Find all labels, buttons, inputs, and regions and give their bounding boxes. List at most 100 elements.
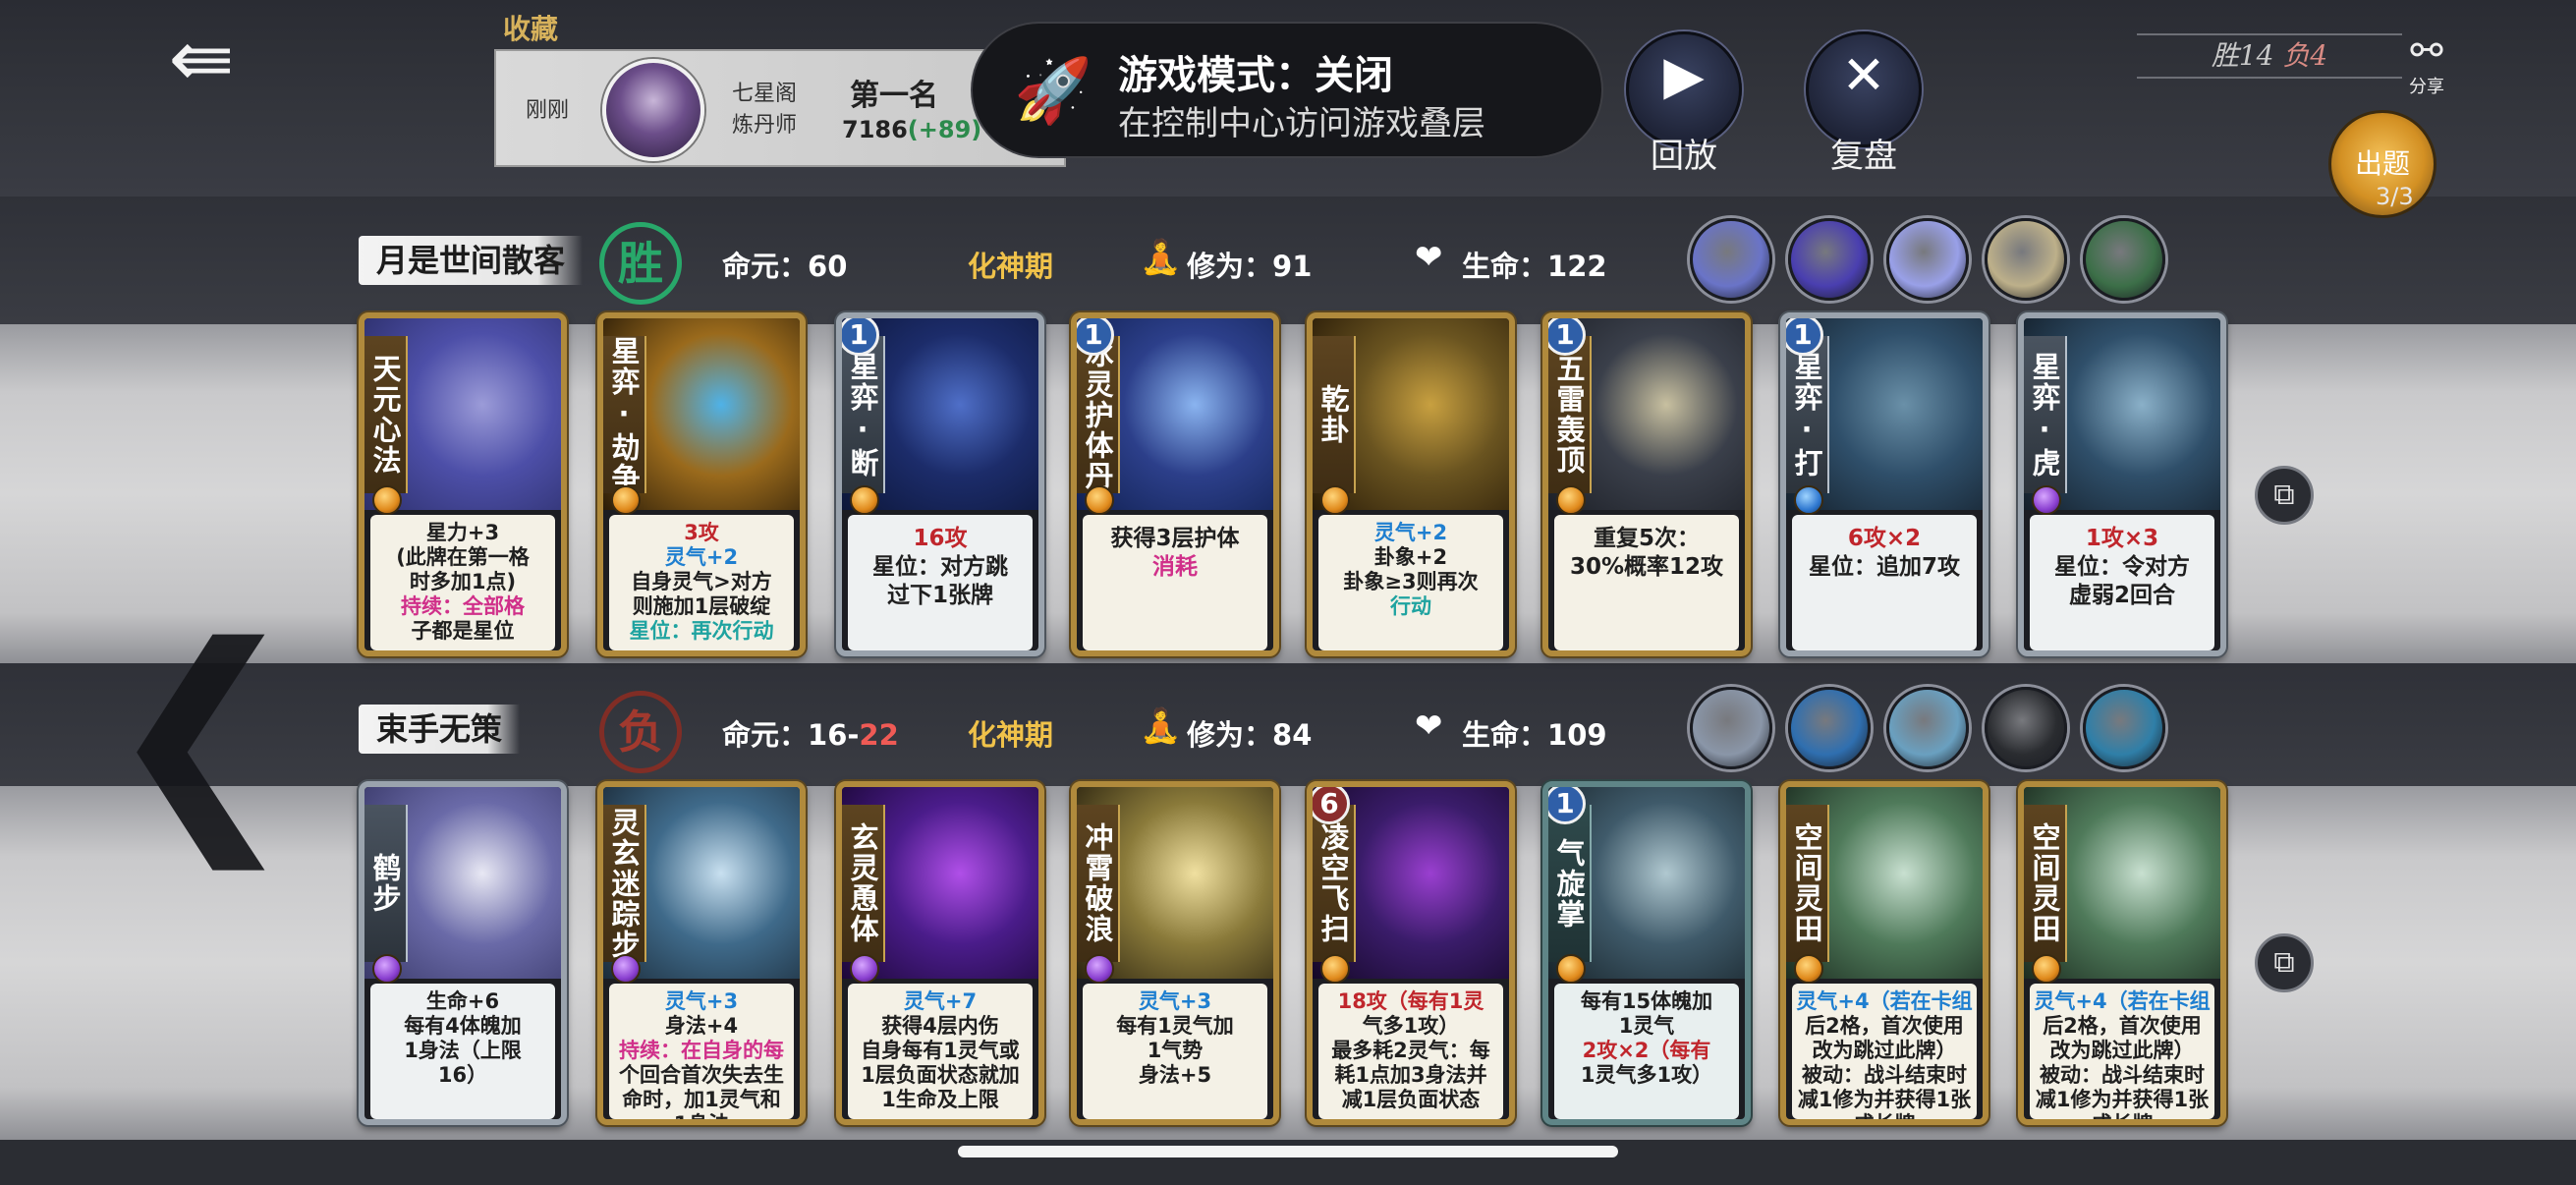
card-name: 灵玄迷踪步 <box>603 805 646 962</box>
card-text-line: 则施加1层破绽 <box>632 594 771 618</box>
card-text-line: 2攻×2（每有 <box>1582 1039 1711 1062</box>
card-description: 灵气+4（若在卡组 后2格，首次使用 改为跳过此牌） 被动：战斗结束时 减1修为并获得1… <box>2030 984 2214 1119</box>
card[interactable]: 星弈·断 1 16攻 星位：对方跳 过下1张牌 <box>836 312 1044 656</box>
card-text-line: 子都是星位 <box>411 619 515 643</box>
card-text-line: 3攻 <box>684 521 719 544</box>
life-label: 命元： <box>722 718 809 752</box>
card[interactable]: 空间灵田 灵气+4（若在卡组 后2格，首次使用 改为跳过此牌） 被动：战斗结束时 减1修… <box>1780 781 1988 1125</box>
card[interactable]: 凌空飞扫 6 18攻（每有1灵 气多1攻） 最多耗2灵气：每 耗1点加3身法并 减1层负… <box>1307 781 1515 1125</box>
share-icon: ⚯ <box>2410 28 2443 74</box>
card-gem-icon <box>1085 485 1114 515</box>
card-text-line: 最多耗2灵气：每 <box>1331 1039 1490 1062</box>
card[interactable]: 鹤步 生命+6 每有4体魄加 1身法（上限 16） <box>359 781 567 1125</box>
card-text-line: 星位：对方跳 <box>872 554 1008 580</box>
game-mode-banner[interactable]: 🚀 游戏模式：关闭 在控制中心访问游戏叠层 <box>973 24 1601 156</box>
card-text-line: 6攻×2 <box>1847 526 1922 551</box>
replay-label: 回放 <box>1651 137 1717 176</box>
card-gem-icon <box>2032 954 2061 984</box>
win-count: 胜14 <box>2211 39 2274 72</box>
card[interactable]: 天元心法 星力+3 (此牌在第一格 时多加1点) 持续：全部格 子都是星位 <box>359 312 567 656</box>
cultivation-value: 84 <box>1272 718 1313 752</box>
card-gem-icon <box>372 954 402 984</box>
card-text-line: 16攻 <box>913 526 968 551</box>
hp-stat: 生命：109 <box>1415 712 1607 754</box>
card-text-line: 被动：战斗结束时 <box>2040 1063 2205 1087</box>
card[interactable]: 空间灵田 灵气+4（若在卡组 后2格，首次使用 改为跳过此牌） 被动：战斗结束时 减1修… <box>2018 781 2226 1125</box>
scroll-charm-icon[interactable] <box>1690 218 1772 301</box>
elder-charm-icon[interactable] <box>1690 687 1772 769</box>
card-description: 灵气+4（若在卡组 后2格，首次使用 改为跳过此牌） 被动：战斗结束时 减1修为并获得1… <box>1792 984 1977 1119</box>
share-button[interactable]: ⚯ 分享 <box>2397 29 2456 108</box>
card[interactable]: 冲霄破浪 灵气+3 每有1灵气加 1气势 身法+5 <box>1071 781 1279 1125</box>
card-text-line: 时多加1点) <box>409 570 517 593</box>
copy-deck-button[interactable]: ⧉ <box>2255 466 2314 525</box>
rocket-icon: 🚀 <box>1014 55 1092 128</box>
card[interactable]: 玄灵恿体 灵气+7 获得4层内伤 自身每有1灵气或 1层负面状态就加 1生命及上限 <box>836 781 1044 1125</box>
card[interactable]: 星弈·虎 1攻×3 星位：令对方 虚弱2回合 <box>2018 312 2226 656</box>
fan-charm-icon[interactable] <box>1788 218 1871 301</box>
card-text-line: 每有4体魄加 <box>404 1014 522 1038</box>
player-info-row: 束手无策 负 命元：16-22 化神期 🧘 修为：84 ❤ 生命：109 <box>0 687 2576 773</box>
card-text-line: 过下1张牌 <box>886 583 993 608</box>
card-cost-badge: 1 <box>1548 318 1586 356</box>
monk-charm-icon[interactable] <box>1985 218 2067 301</box>
card-name: 天元心法 <box>364 336 408 493</box>
card[interactable]: 乾卦 灵气+2 卦象+2 卦象≥3则再次 行动 <box>1307 312 1515 656</box>
card-text-line: 灵气+2 <box>1373 521 1448 544</box>
card-description: 获得3层护体 消耗 <box>1083 515 1267 650</box>
card-gem-icon <box>1320 485 1350 515</box>
eye-charm-icon[interactable] <box>1886 218 1969 301</box>
card-text-line: 生命+6 <box>425 989 500 1013</box>
card-text-line: 灵气+3 <box>664 989 739 1013</box>
home-indicator[interactable] <box>958 1146 1618 1157</box>
card[interactable]: 气旋掌 1 每有15体魄加 1灵气 2攻×2（每有 1灵气多1攻） <box>1542 781 1751 1125</box>
fairy-charm-icon[interactable] <box>2083 687 2165 769</box>
card-gem-icon <box>1556 485 1586 515</box>
replay-button[interactable]: ▶ 回放 <box>1626 31 1742 176</box>
cultivation-value: 91 <box>1272 250 1313 283</box>
crane-charm-icon[interactable] <box>1788 687 1871 769</box>
player-sect-line2: 炼丹师 <box>732 113 798 138</box>
life-extra: 22 <box>859 718 899 752</box>
card[interactable]: 五雷轰顶 1 重复5次： 30%概率12攻 <box>1542 312 1751 656</box>
card-text-line: 1生命及上限 <box>881 1088 999 1111</box>
card-description: 1攻×3 星位：令对方 虚弱2回合 <box>2030 515 2214 650</box>
card-text-line: 持续：在自身的每 <box>619 1039 784 1062</box>
card-gem-icon <box>372 485 402 515</box>
vine-charm-icon[interactable] <box>2083 218 2165 301</box>
card-name: 气旋掌 <box>1548 805 1592 962</box>
card[interactable]: 灵玄迷踪步 灵气+3 身法+4 持续：在自身的每 个回合首次失去生 命时，加1灵气和 1身… <box>597 781 806 1125</box>
player-name: 束手无策 <box>359 705 521 754</box>
card-text-line: 后2格，首次使用 <box>1805 1014 1964 1038</box>
card-description: 6攻×2 星位：追加7攻 <box>1792 515 1977 650</box>
avatar <box>602 59 704 161</box>
card-text-line: 身法+5 <box>1138 1063 1212 1087</box>
copy-deck-button[interactable]: ⧉ <box>2255 933 2314 992</box>
yinyang-charm-icon[interactable] <box>1985 687 2067 769</box>
card[interactable]: 冰灵护体丹 1 获得3层护体 消耗 <box>1071 312 1279 656</box>
play-icon: ▶ <box>1663 44 1705 106</box>
puzzle-count: 3/3 <box>2376 183 2414 210</box>
collect-label[interactable]: 收藏 <box>503 8 558 47</box>
cultivation-label: 修为： <box>1187 250 1273 283</box>
player-sect-line1: 七星阁 <box>732 82 798 106</box>
chevron-left-icon[interactable]: ❮ <box>103 609 301 855</box>
card-text-line: 获得3层护体 <box>1110 526 1240 551</box>
review-button[interactable]: ✕ 复盘 <box>1806 31 1922 176</box>
card-name: 空间灵田 <box>2024 805 2067 962</box>
card-text-line: 虚弱2回合 <box>2068 583 2175 608</box>
card-description: 每有15体魄加 1灵气 2攻×2（每有 1灵气多1攻） <box>1554 984 1739 1119</box>
life-value: 60 <box>808 250 848 283</box>
card-text-line: 消耗 <box>1152 554 1198 580</box>
card-name: 乾卦 <box>1313 336 1356 493</box>
maiden-charm-icon[interactable] <box>1886 687 1969 769</box>
card-gem-icon <box>1085 954 1114 984</box>
card-description: 灵气+3 每有1灵气加 1气势 身法+5 <box>1083 984 1267 1119</box>
game-mode-subtitle: 在控制中心访问游戏叠层 <box>1118 104 1485 143</box>
card[interactable]: 星弈·劫争 3攻 灵气+2 自身灵气>对方 则施加1层破绽 星位：再次行动 <box>597 312 806 656</box>
card-gem-icon <box>850 485 879 515</box>
card-text-line: 行动 <box>1390 594 1431 618</box>
card[interactable]: 星弈·打 1 6攻×2 星位：追加7攻 <box>1780 312 1988 656</box>
card-description: 星力+3 (此牌在第一格 时多加1点) 持续：全部格 子都是星位 <box>370 515 555 650</box>
back-arrow-icon[interactable]: ⇚ <box>147 20 255 98</box>
